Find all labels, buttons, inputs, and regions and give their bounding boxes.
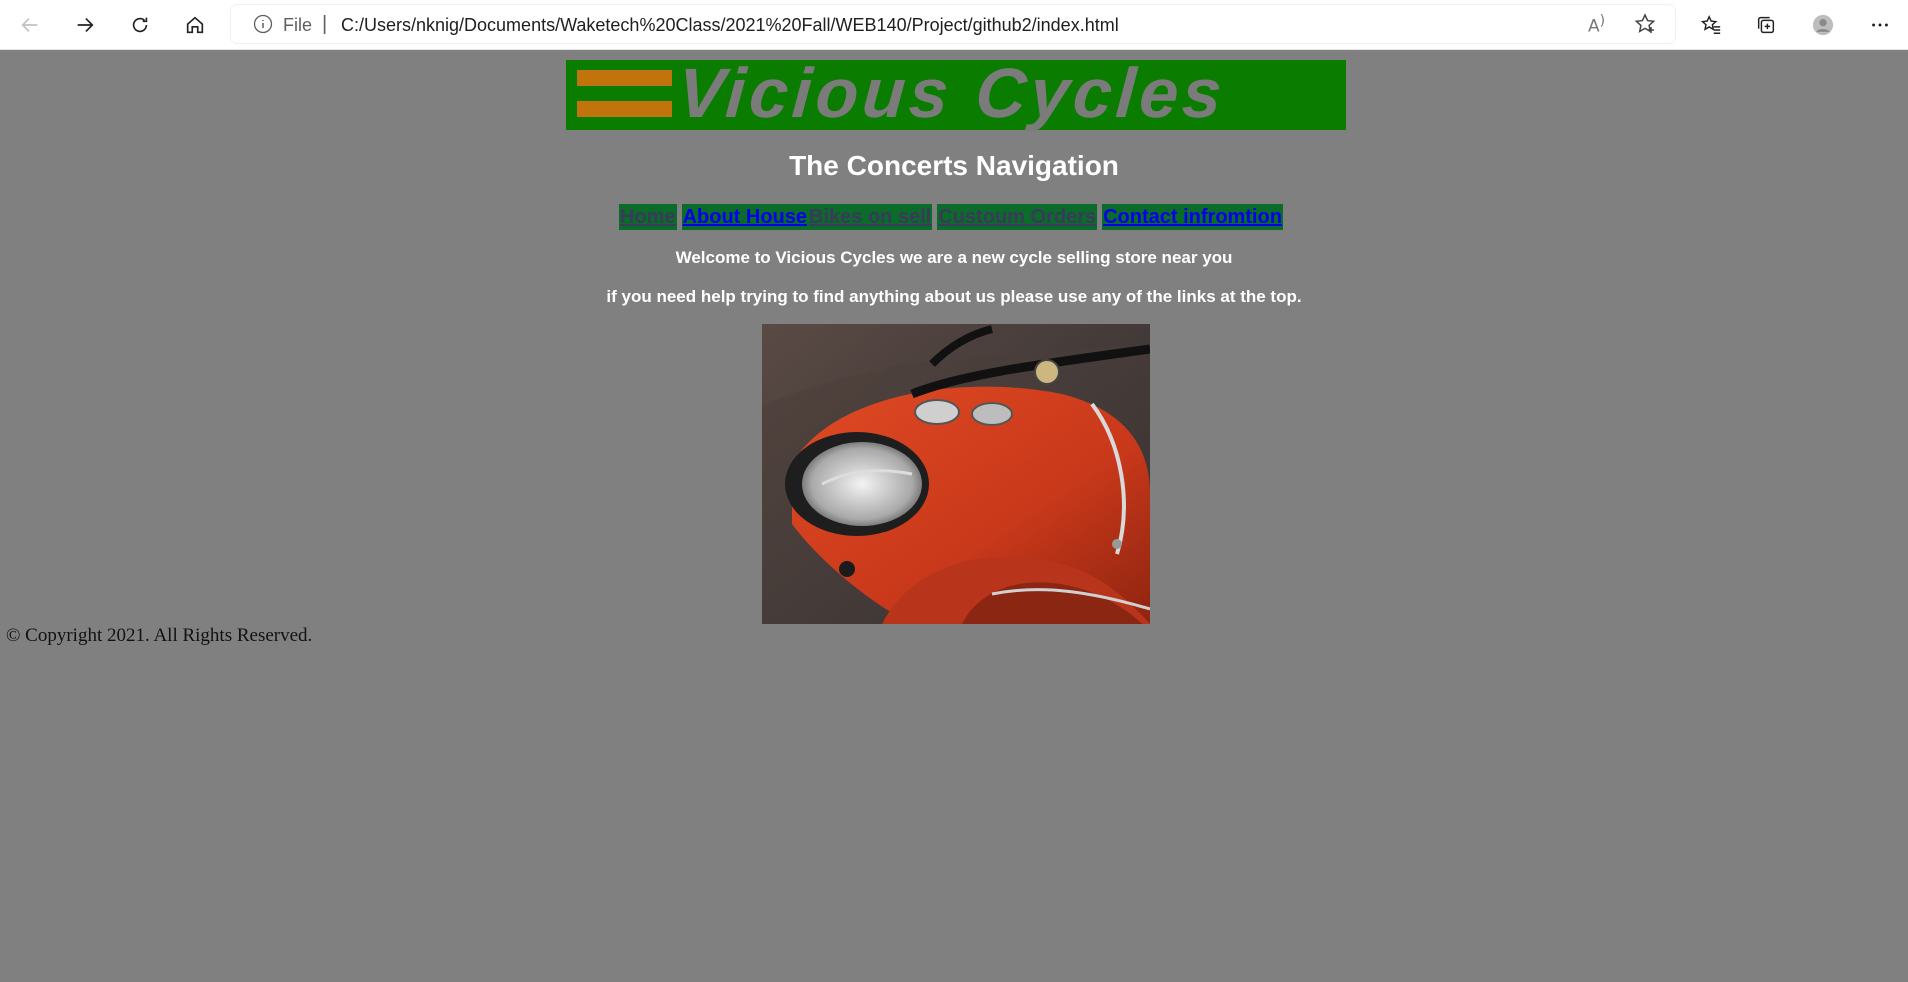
- page-title: The Concerts Navigation: [789, 150, 1119, 181]
- nav-link-bikes-on-sell[interactable]: Bikes on sell: [808, 204, 933, 230]
- refresh-icon: [132, 17, 148, 33]
- more-icon: [1872, 23, 1888, 27]
- help-text: if you need help trying to find anything…: [606, 287, 1302, 306]
- info-icon[interactable]: [253, 14, 273, 34]
- collections-icon: [1757, 16, 1775, 34]
- refresh-button[interactable]: [121, 6, 159, 44]
- logo-stripe-top: [577, 70, 672, 86]
- motorcycle-image: [762, 324, 1150, 624]
- browser-toolbar: File | C:/Users/nknig/Documents/Waketech…: [0, 0, 1908, 50]
- profile-button[interactable]: [1804, 6, 1842, 44]
- nav-link-custom-orders[interactable]: Custoum Orders: [937, 204, 1098, 230]
- logo-stripe-bottom: [577, 101, 672, 117]
- read-aloud-label: A: [1588, 16, 1600, 37]
- address-separator: |: [322, 13, 328, 35]
- forward-icon: [77, 17, 94, 33]
- page-viewport: Vicious Cycles The Concerts Navigation H…: [0, 50, 1908, 982]
- site-logo: Vicious Cycles: [566, 54, 1346, 132]
- main-nav: Home About House Bikes on sell Custoum O…: [619, 204, 1283, 230]
- nav-link-contact[interactable]: Contact infromtion: [1102, 204, 1283, 230]
- url-text[interactable]: C:/Users/nknig/Documents/Waketech%20Clas…: [341, 15, 1119, 36]
- collections-button[interactable]: [1747, 6, 1785, 44]
- welcome-text: Welcome to Vicious Cycles we are a new c…: [675, 248, 1233, 267]
- scheme-label: File: [283, 15, 313, 35]
- favorites-icon: [1700, 15, 1721, 34]
- back-button[interactable]: [11, 6, 49, 44]
- back-icon: [21, 17, 38, 33]
- home-button[interactable]: [176, 6, 214, 44]
- profile-icon: [1812, 14, 1834, 36]
- motorcycle-photo: [762, 324, 1150, 624]
- more-button[interactable]: [1861, 6, 1899, 44]
- logo-text: Vicious Cycles: [675, 54, 1229, 132]
- nav-link-home[interactable]: Home: [619, 204, 677, 230]
- favorites-button[interactable]: [1692, 6, 1730, 44]
- add-favorite-icon[interactable]: [1633, 12, 1657, 36]
- read-aloud-icon[interactable]: A): [1588, 13, 1612, 37]
- home-icon: [186, 16, 204, 34]
- forward-button[interactable]: [66, 6, 104, 44]
- nav-link-about-house[interactable]: About House: [681, 204, 809, 230]
- footer-copyright: © Copyright 2021. All Rights Reserved.: [6, 625, 313, 646]
- address-bar[interactable]: File | C:/Users/nknig/Documents/Waketech…: [231, 5, 1675, 43]
